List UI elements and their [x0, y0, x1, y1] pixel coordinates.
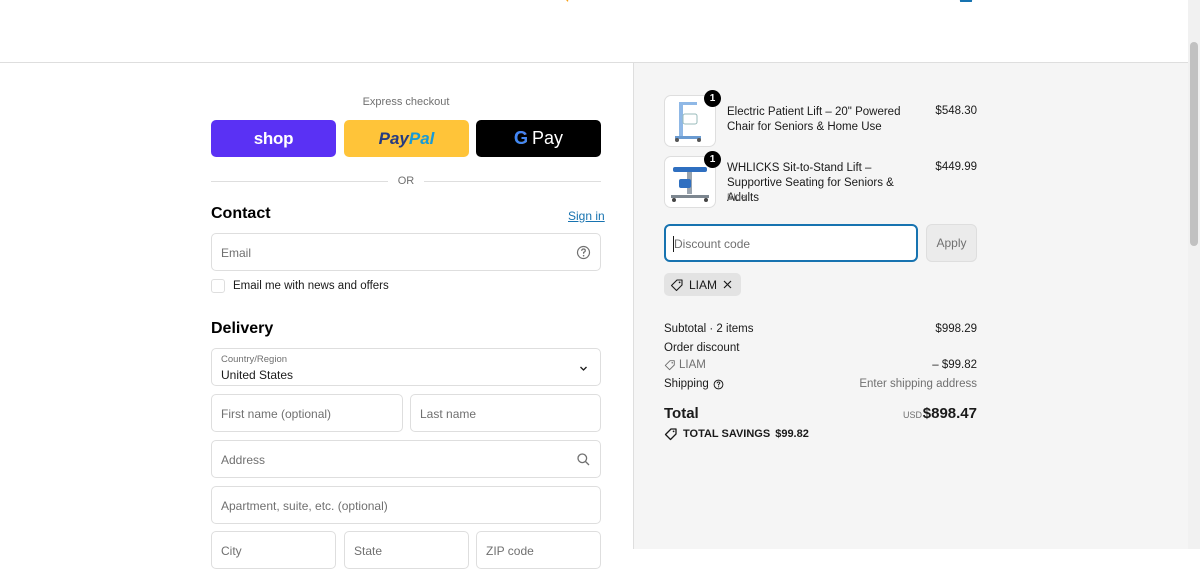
- apartment-placeholder: Apartment, suite, etc. (optional): [221, 499, 388, 513]
- item-name: Electric Patient Lift – 20" Powered Chai…: [727, 106, 901, 133]
- discount-code-input[interactable]: Discount code: [664, 224, 918, 262]
- first-name-placeholder: First name (optional): [221, 407, 332, 421]
- discount-value: – $99.82: [932, 359, 977, 371]
- paypal-label-part1: Pay: [378, 128, 409, 148]
- quantity-badge: 1: [704, 151, 721, 168]
- address-field[interactable]: Address: [211, 440, 601, 478]
- applied-discount-chip: LIAM: [664, 273, 742, 296]
- express-checkout-label: Express checkout: [362, 96, 450, 108]
- last-name-placeholder: Last name: [420, 407, 477, 421]
- store-logo[interactable]: [540, 0, 574, 8]
- contact-title: Contact: [211, 205, 271, 222]
- item-price: $548.30: [935, 105, 977, 117]
- total-label: Total: [664, 405, 699, 422]
- shipping-row: Shipping: [664, 378, 724, 390]
- item-variant: Blue: [727, 192, 747, 203]
- address-placeholder: Address: [221, 453, 266, 467]
- item-price: $449.99: [935, 161, 977, 173]
- help-icon[interactable]: [713, 379, 724, 390]
- product-thumbnail: 1: [664, 90, 721, 147]
- divider-line: [211, 180, 388, 182]
- currency-code: USD: [903, 410, 923, 420]
- savings-value: $99.82: [775, 428, 809, 440]
- item-name: WHLICKS Sit-to-Stand Lift – Supportive S…: [727, 162, 894, 204]
- scrollbar-thumb[interactable]: [1190, 42, 1198, 246]
- shop-pay-label: shop: [253, 128, 294, 148]
- total-value: $898.47: [922, 405, 977, 422]
- zip-field[interactable]: ZIP code: [476, 531, 601, 569]
- paypal-button[interactable]: Pay Pal: [344, 120, 469, 157]
- divider-line: [424, 180, 601, 182]
- order-summary-panel: [633, 63, 1188, 549]
- email-placeholder: Email: [221, 246, 252, 260]
- city-placeholder: City: [221, 544, 242, 558]
- google-pay-label: Pay: [531, 128, 564, 148]
- sign-in-link[interactable]: Sign in: [568, 209, 605, 223]
- newsletter-checkbox[interactable]: [211, 279, 225, 293]
- shipping-value: Enter shipping address: [859, 378, 977, 390]
- total-savings-row: TOTAL SAVINGS $99.82: [664, 427, 809, 441]
- apply-discount-button[interactable]: Apply: [926, 224, 977, 262]
- apartment-field[interactable]: Apartment, suite, etc. (optional): [211, 486, 601, 524]
- discount-placeholder: Discount code: [674, 237, 751, 251]
- zip-placeholder: ZIP code: [486, 544, 534, 558]
- quantity-badge: 1: [704, 90, 721, 107]
- shipping-label: Shipping: [664, 378, 709, 390]
- applied-code-text: LIAM: [689, 277, 718, 292]
- discount-code-text: LIAM: [679, 359, 706, 371]
- subtotal-value: $998.29: [935, 323, 977, 335]
- country-value: United States: [221, 368, 294, 382]
- state-placeholder: State: [354, 544, 383, 558]
- or-divider: OR: [211, 174, 601, 188]
- delivery-title: Delivery: [211, 320, 274, 337]
- cart-icon[interactable]: [958, 0, 974, 3]
- page-scrollbar[interactable]: [1188, 0, 1200, 549]
- subtotal-label: Subtotal · 2 items: [664, 323, 754, 335]
- page-header: [0, 0, 1188, 63]
- or-text: OR: [397, 175, 415, 187]
- last-name-field[interactable]: Last name: [410, 394, 601, 432]
- shop-pay-button[interactable]: shop: [211, 120, 336, 157]
- tag-icon: [664, 360, 675, 371]
- google-pay-button[interactable]: G Pay: [476, 120, 601, 157]
- discount-code-row: LIAM: [664, 359, 706, 371]
- country-select[interactable]: Country/Region United States: [211, 348, 601, 386]
- newsletter-label: Email me with news and offers: [233, 280, 389, 292]
- product-thumbnail: 1: [664, 151, 721, 208]
- order-discount-label: Order discount: [664, 342, 740, 354]
- google-g-icon: G: [513, 128, 528, 148]
- tag-icon: [670, 278, 683, 291]
- state-field[interactable]: State: [344, 531, 469, 569]
- help-icon[interactable]: [576, 245, 591, 260]
- email-field[interactable]: Email: [211, 233, 601, 271]
- chevron-down-icon: [580, 366, 587, 371]
- city-field[interactable]: City: [211, 531, 336, 569]
- country-label: Country/Region: [221, 354, 288, 365]
- savings-label: TOTAL SAVINGS: [683, 428, 771, 440]
- remove-discount-button[interactable]: [722, 279, 733, 290]
- paypal-label-part2: Pal: [408, 128, 435, 148]
- search-icon: [577, 453, 590, 466]
- first-name-field[interactable]: First name (optional): [211, 394, 403, 432]
- close-icon: [723, 280, 732, 289]
- tag-icon: [664, 428, 677, 441]
